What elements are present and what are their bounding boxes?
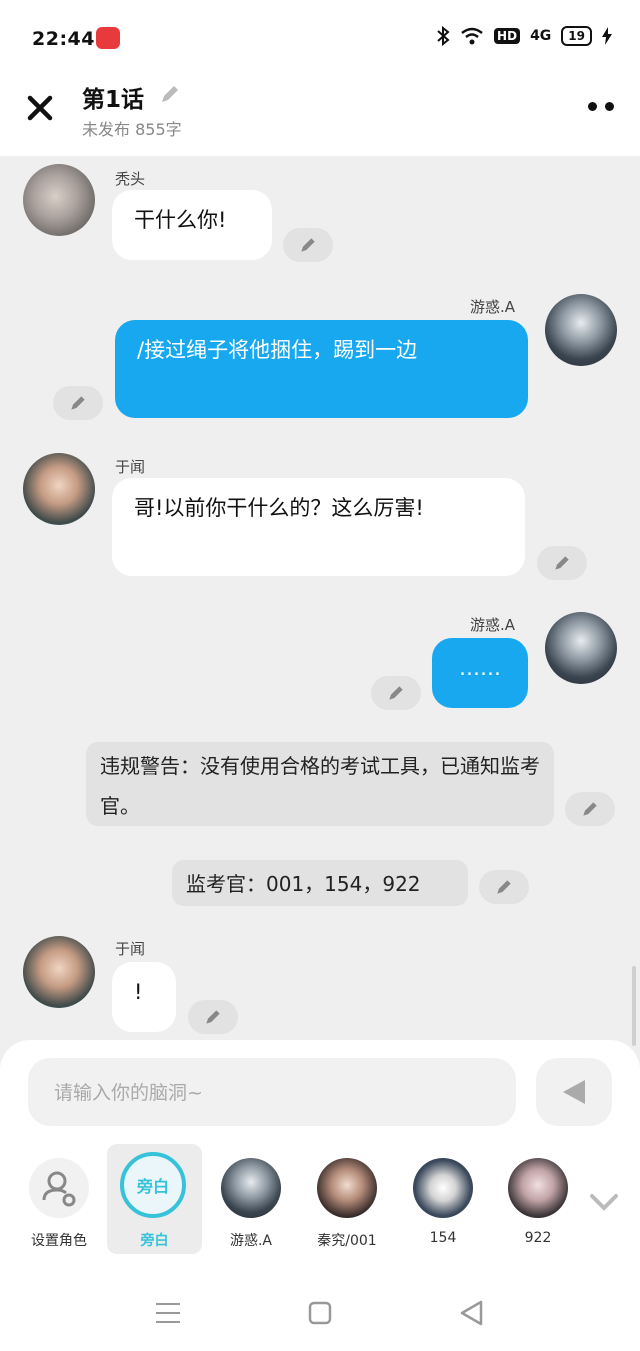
back-icon[interactable] [457,1298,487,1328]
role-narration[interactable]: 旁白 旁白 [107,1144,202,1254]
send-icon [563,1080,585,1104]
role-label: 秦究/001 [317,1233,377,1249]
message-bubble[interactable]: …… [432,638,528,708]
chevron-down-icon[interactable] [588,1190,620,1214]
charging-icon [602,27,612,45]
app-notification-icon [96,27,120,49]
role-154[interactable]: 154 [398,1144,488,1254]
role-qinjiu[interactable]: 秦究/001 [302,1144,392,1254]
pencil-icon [583,802,597,816]
sender-name: 秃头 [115,170,146,188]
composer-panel: 请输入你的脑洞~ 设置角色 旁白 旁白 游惑.A 秦究/001 154 922 [0,1040,640,1351]
system-nav-bar [0,1280,640,1351]
edit-message-button[interactable] [188,1000,238,1034]
edit-message-button[interactable] [53,386,103,420]
more-menu-icon[interactable] [588,102,614,111]
narration-notice[interactable]: 违规警告：没有使用合格的考试工具，已通知监考官。 [86,742,554,826]
avatar[interactable] [23,453,95,525]
message-input[interactable]: 请输入你的脑洞~ [28,1058,516,1126]
avatar [413,1158,473,1218]
hd-badge: HD [494,28,521,44]
pencil-icon [555,556,569,570]
status-bar: 22:44 HD 4G 19 [0,0,640,70]
role-label: 922 [524,1230,552,1246]
message-bubble[interactable]: 哥!以前你干什么的？这么厉害! [112,478,525,576]
edit-message-button[interactable] [565,792,615,826]
edit-message-button[interactable] [371,676,421,710]
narration-avatar: 旁白 [120,1152,186,1218]
role-settings-icon [29,1158,89,1218]
sender-name: 游惑.A [470,298,516,316]
role-label: 游惑.A [229,1233,273,1249]
edit-message-button[interactable] [283,228,333,262]
avatar[interactable] [23,164,95,236]
chapter-title: 第1话 [82,87,145,113]
sender-name: 于闻 [115,940,146,958]
chat-area[interactable]: 秃头 干什么你! 游惑.A /接过绳子将他捆住，踢到一边 于闻 哥!以前你干什么… [0,156,640,1046]
role-label: 154 [429,1230,457,1246]
edit-message-button[interactable] [537,546,587,580]
chapter-status: 未发布 855字 [82,120,182,139]
message-bubble[interactable]: ! [112,962,176,1032]
home-icon[interactable] [305,1298,335,1328]
scrollbar[interactable] [632,966,636,1046]
close-icon[interactable] [22,90,58,126]
status-icons: HD 4G 19 [436,26,612,46]
message-bubble[interactable]: /接过绳子将他捆住，踢到一边 [115,320,528,418]
pencil-icon [206,1010,220,1024]
role-label: 设置角色 [31,1233,87,1249]
edit-message-button[interactable] [479,870,529,904]
avatar[interactable] [23,936,95,1008]
send-button[interactable] [536,1058,612,1126]
role-youhuo[interactable]: 游惑.A [206,1144,296,1254]
pencil-icon [389,686,403,700]
avatar [508,1158,568,1218]
edit-title-icon[interactable] [158,82,182,106]
avatar [317,1158,377,1218]
pencil-icon [497,880,511,894]
top-bar: 第1话 未发布 855字 [0,70,640,156]
set-role-button[interactable]: 设置角色 [14,1144,104,1254]
role-selector: 设置角色 旁白 旁白 游惑.A 秦究/001 154 922 [0,1144,640,1254]
input-placeholder: 请输入你的脑洞~ [54,1082,203,1104]
pencil-icon [301,238,315,252]
sender-name: 于闻 [115,458,146,476]
avatar[interactable] [545,612,617,684]
menu-icon[interactable] [153,1298,183,1328]
narration-notice[interactable]: 监考官：001，154，922 [172,860,468,906]
status-time: 22:44 [32,28,95,50]
wifi-icon [461,27,483,45]
role-922[interactable]: 922 [493,1144,583,1254]
sender-name: 游惑.A [470,616,516,634]
message-bubble[interactable]: 干什么你! [112,190,272,260]
battery-indicator: 19 [561,26,592,46]
avatar[interactable] [545,294,617,366]
bluetooth-icon [437,26,450,46]
avatar [221,1158,281,1218]
network-type: 4G [530,28,552,44]
role-label: 旁白 [140,1233,169,1249]
pencil-icon [71,396,85,410]
